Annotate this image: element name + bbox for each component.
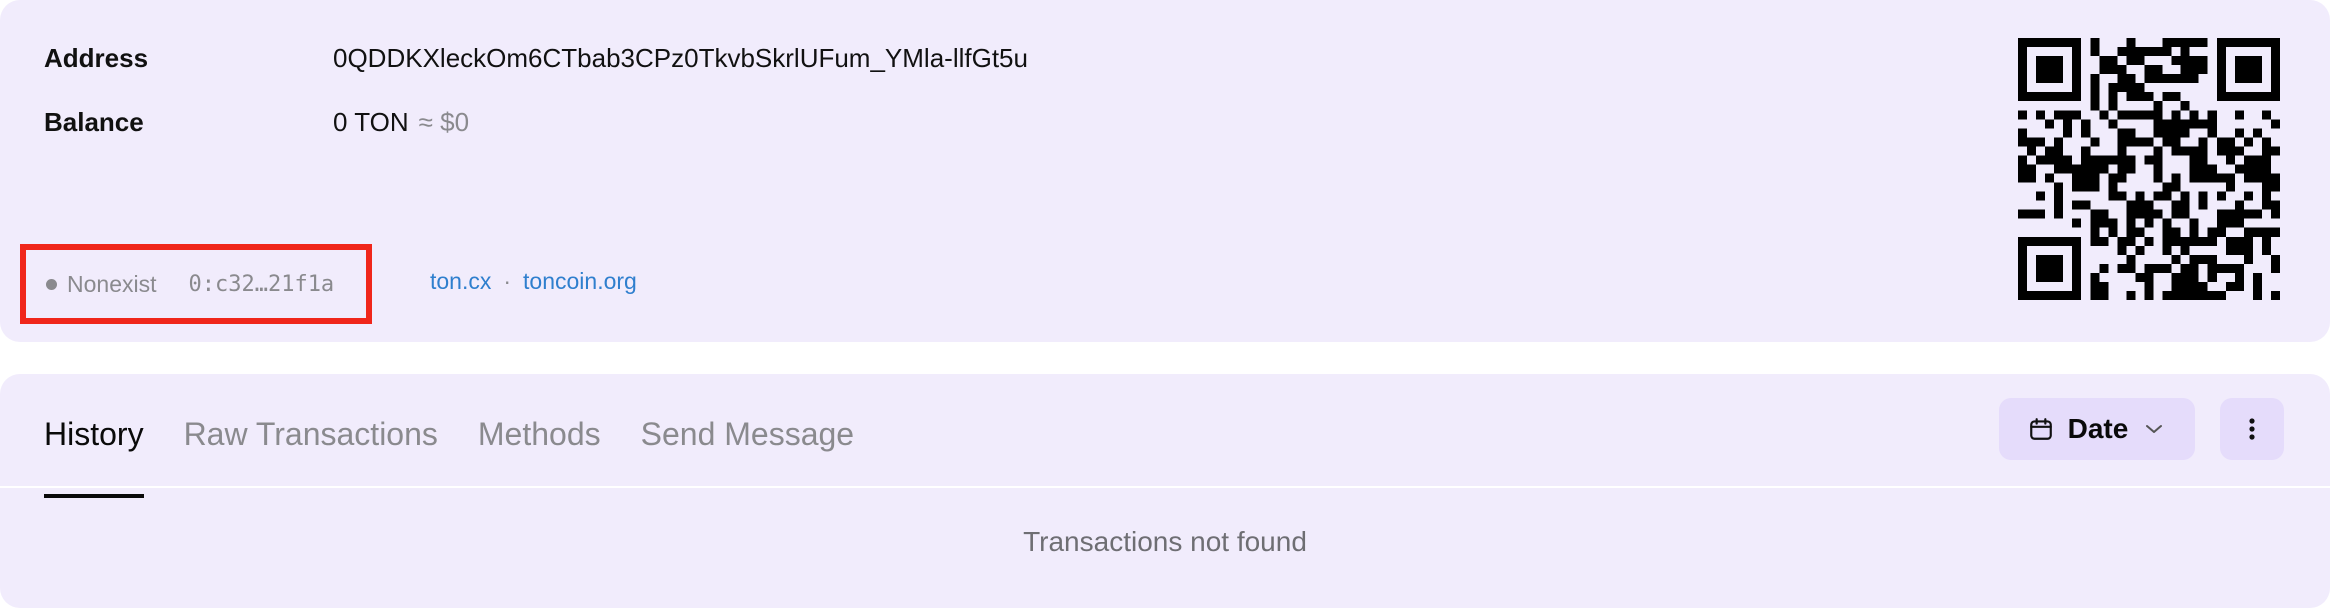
address-label: Address <box>44 42 149 73</box>
empty-state-message: Transactions not found <box>1023 526 1307 557</box>
explorer-links: ton.cx · toncoin.org <box>430 268 637 295</box>
link-ton-cx[interactable]: ton.cx <box>430 268 491 295</box>
balance-usd: ≈ $0 <box>418 106 470 137</box>
more-vertical-icon <box>2249 418 2255 440</box>
qr-code-icon <box>2018 38 2280 300</box>
date-filter-label: Date <box>2067 413 2129 444</box>
balance-label: Balance <box>44 106 144 137</box>
address-value[interactable]: 0QDDKXleckOm6CTbab3CPz0TkvbSkrlUFum_YMla… <box>333 43 1028 74</box>
tab-methods[interactable]: Methods <box>478 404 601 498</box>
account-info-card: Address 0QDDKXleckOm6CTbab3CPz0TkvbSkrlU… <box>0 0 2330 342</box>
more-options-button[interactable] <box>2220 398 2284 460</box>
link-separator: · <box>503 268 512 294</box>
tabs-divider <box>0 486 2330 488</box>
address-row: Address 0QDDKXleckOm6CTbab3CPz0TkvbSkrlU… <box>44 38 1028 78</box>
balance-ton: 0 TON <box>333 106 409 137</box>
tab-history[interactable]: History <box>44 404 144 498</box>
link-toncoin-org[interactable]: toncoin.org <box>523 268 637 295</box>
status-dot-icon <box>46 278 57 290</box>
account-status-highlight: Nonexist 0:c32…21f1a <box>20 244 372 324</box>
tab-bar: History Raw Transactions Methods Send Me… <box>44 404 894 498</box>
balance-value: 0 TON ≈ $0 <box>333 107 469 138</box>
raw-address[interactable]: 0:c32…21f1a <box>188 272 334 297</box>
calendar-icon <box>2029 418 2052 440</box>
tab-raw-transactions[interactable]: Raw Transactions <box>184 404 438 498</box>
date-filter-button[interactable]: Date <box>1999 398 2195 460</box>
balance-row: Balance 0 TON ≈ $0 <box>44 102 469 142</box>
transactions-card: History Raw Transactions Methods Send Me… <box>0 374 2330 608</box>
status-badge: Nonexist <box>67 270 157 297</box>
tab-send-message[interactable]: Send Message <box>641 404 854 498</box>
chevron-down-icon <box>2146 425 2163 433</box>
